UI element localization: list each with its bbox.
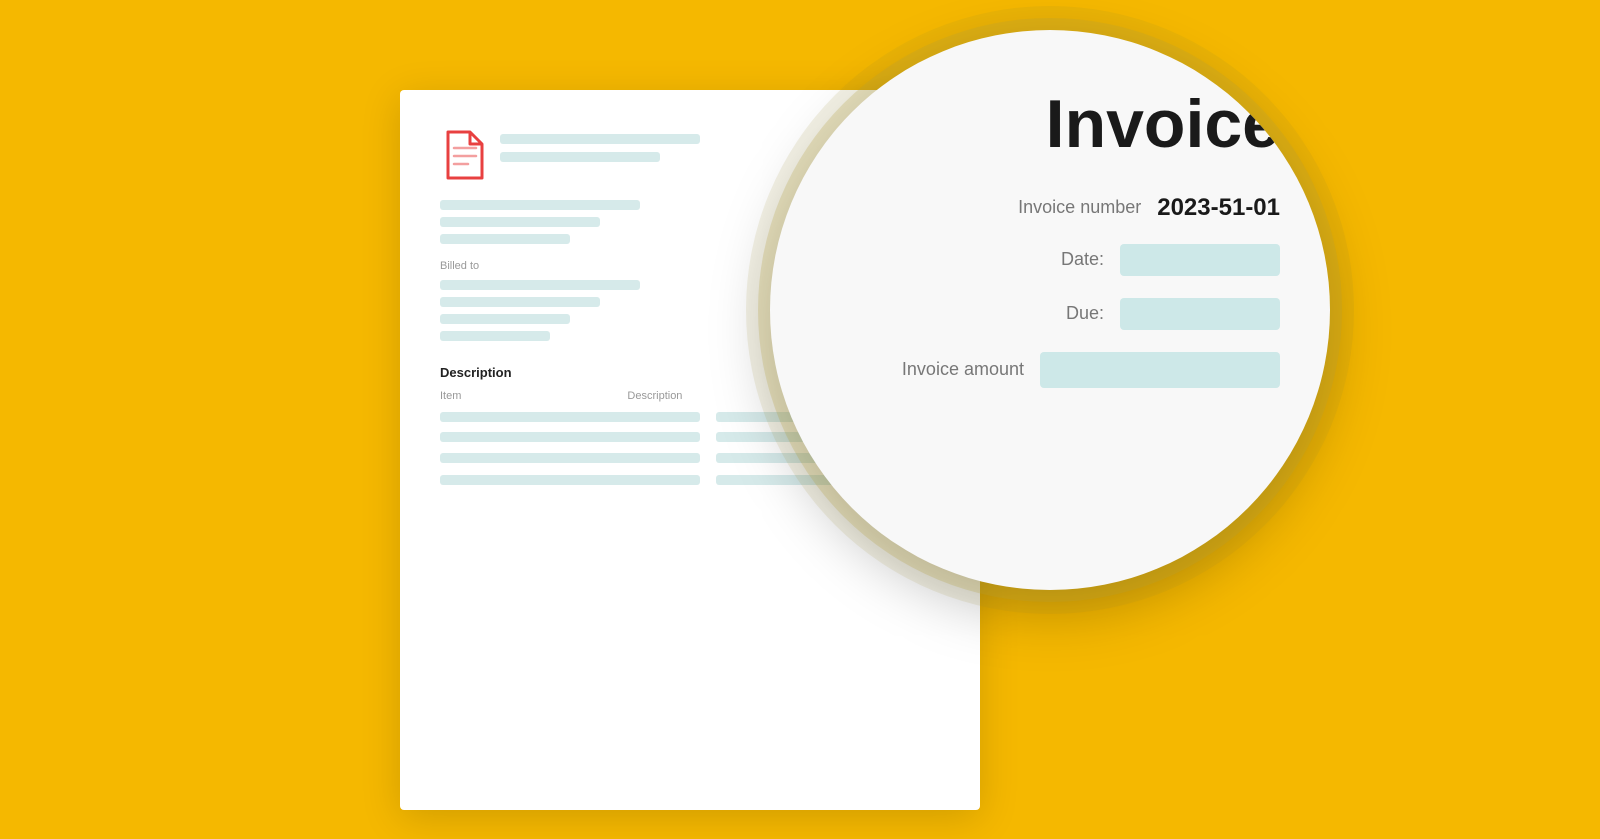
address-line-2: [440, 217, 600, 227]
item-bar-3a: [440, 453, 700, 463]
item-col-header: Item: [440, 390, 461, 402]
company-logo-icon: [440, 130, 484, 180]
invoice-amount-label: Invoice amount: [902, 359, 1024, 380]
invoice-title: Invoice: [1046, 90, 1280, 158]
due-label: Due:: [1066, 303, 1104, 324]
invoice-amount-placeholder: [1040, 352, 1280, 388]
invoice-amount-row: Invoice amount: [830, 352, 1280, 388]
item-bar-1a: [440, 412, 700, 422]
magnifier-content: Invoice Invoice number 2023-51-01 Date: …: [830, 90, 1280, 410]
invoice-number-label: Invoice number: [1018, 197, 1141, 218]
due-placeholder: [1120, 298, 1280, 330]
main-scene: Billed to Description Item Description: [350, 60, 1250, 780]
item-bar-4a: [440, 475, 700, 485]
magnifier-circle: Invoice Invoice number 2023-51-01 Date: …: [770, 30, 1330, 590]
due-row: Due:: [830, 298, 1280, 330]
company-name-bar: [500, 134, 700, 144]
invoice-number-value: 2023-51-01: [1157, 194, 1280, 222]
date-label: Date:: [1061, 249, 1104, 270]
doc-header-lines: [500, 130, 700, 162]
billed-address-2: [440, 314, 570, 324]
company-address-bar: [500, 152, 660, 162]
item-bar-2a: [440, 432, 700, 442]
address-line-3: [440, 234, 570, 244]
date-placeholder: [1120, 244, 1280, 276]
billed-address-1: [440, 297, 600, 307]
billed-name: [440, 280, 640, 290]
billed-address-3: [440, 331, 550, 341]
description-col-header: Description: [627, 390, 682, 402]
address-line-1: [440, 200, 640, 210]
date-row: Date:: [830, 244, 1280, 276]
invoice-number-row: Invoice number 2023-51-01: [830, 194, 1280, 222]
